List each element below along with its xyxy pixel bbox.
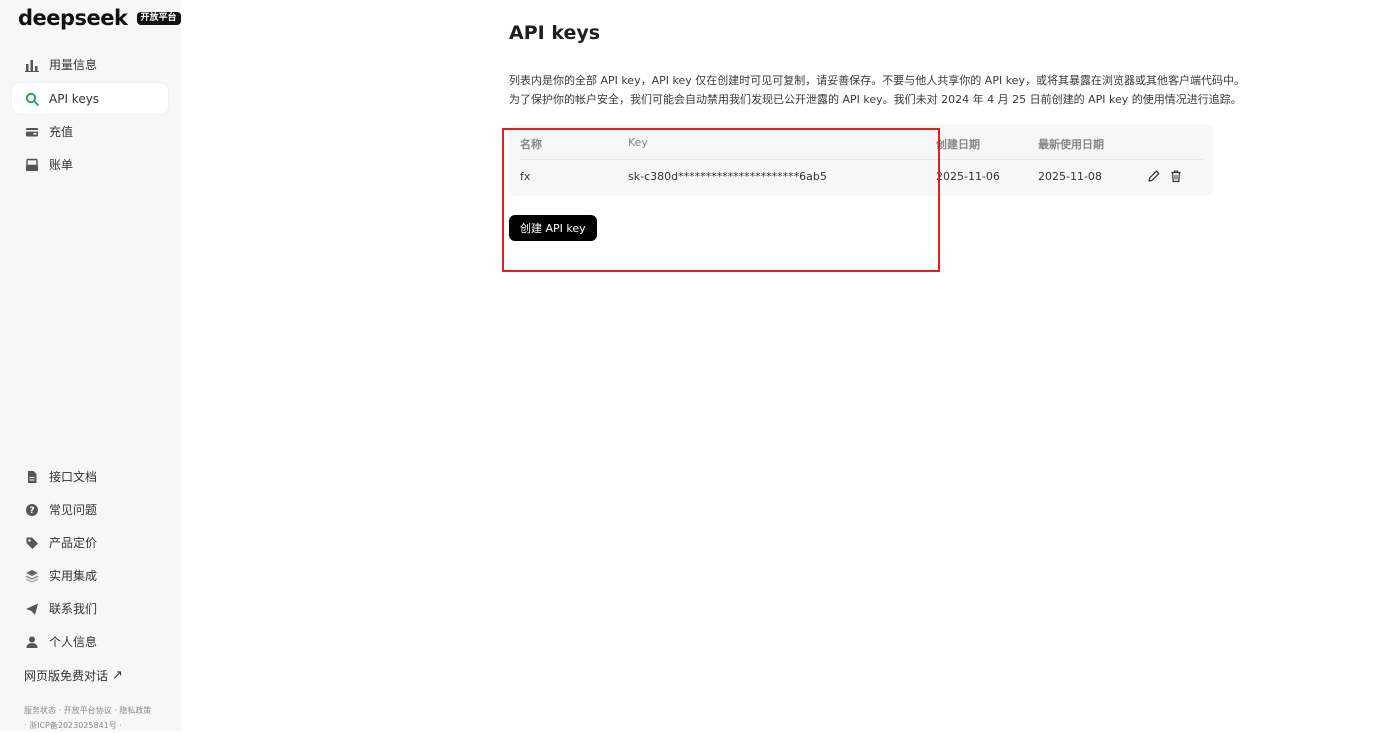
sidebar-item-usage[interactable]: 用量信息 (12, 49, 168, 80)
sidebar-item-label: 账单 (49, 158, 74, 172)
cell-last-used: 2025-11-08 (1038, 170, 1102, 183)
edit-icon[interactable] (1147, 169, 1161, 183)
header-last-used: 最新使用日期 (1038, 138, 1104, 151)
header-key: Key (628, 136, 648, 149)
icp-link[interactable]: 浙ICP备2023025841号 (29, 721, 117, 730)
platform-agreement-link[interactable]: 开放平台协议 (64, 706, 112, 715)
sidebar-item-pricing[interactable]: 产品定价 (12, 527, 168, 558)
web-chat-link[interactable]: 网页版免费对话 ↗ (24, 667, 123, 684)
help-circle-icon: ? (25, 503, 39, 517)
sidebar-item-api-keys[interactable]: API keys (12, 83, 168, 114)
svg-text:?: ? (29, 506, 34, 516)
sidebar-item-recharge[interactable]: 充值 (12, 116, 168, 147)
sidebar-item-contact[interactable]: 联系我们 (12, 593, 168, 624)
sidebar-item-label: 接口文档 (49, 470, 98, 484)
user-icon (25, 635, 39, 649)
description-line: 列表内是你的全部 API key，API key 仅在创建时可见可复制，请妥善保… (509, 74, 1245, 87)
send-icon (25, 602, 39, 616)
brand-name: deepseek (18, 6, 128, 30)
service-status-link[interactable]: 服务状态 (24, 706, 56, 715)
footer-links: 服务状态 · 开放平台协议 · 隐私政策 · 浙ICP备2023025841号 … (24, 706, 152, 730)
tag-icon (25, 536, 39, 550)
web-chat-label: 网页版免费对话 (24, 669, 109, 683)
page-title: API keys (509, 22, 601, 44)
sidebar-item-label: 实用集成 (49, 569, 98, 583)
sidebar-item-label: 用量信息 (49, 58, 98, 72)
sidebar-item-label: 个人信息 (49, 635, 98, 649)
sidebar-item-label: 充值 (49, 125, 74, 139)
privacy-link[interactable]: 隐私政策 (119, 706, 151, 715)
sidebar-item-label: 联系我们 (49, 602, 98, 616)
sidebar-item-bills[interactable]: 账单 (12, 149, 168, 180)
sidebar-item-profile[interactable]: 个人信息 (12, 626, 168, 657)
header-created: 创建日期 (936, 138, 980, 151)
brand-badge: 开放平台 (136, 11, 181, 25)
cell-created: 2025-11-06 (936, 170, 1000, 183)
bar-chart-icon (25, 58, 39, 72)
header-name: 名称 (520, 138, 542, 151)
sidebar-item-integrations[interactable]: 实用集成 (12, 560, 168, 591)
sidebar: deepseek 开放平台 用量信息 API keys 充值 账单 接口文档 ?… (0, 0, 181, 731)
layers-icon (25, 569, 39, 583)
cell-name: fx (520, 170, 531, 183)
wallet-icon (25, 125, 39, 139)
delete-icon[interactable] (1169, 169, 1183, 183)
page-description: 列表内是你的全部 API key，API key 仅在创建时可见可复制，请妥善保… (509, 71, 1245, 109)
bill-icon (25, 158, 39, 172)
cell-key: sk-c380d**********************6ab5 (628, 170, 827, 183)
sidebar-item-label: 常见问题 (49, 503, 98, 517)
api-keys-table: 名称 Key 创建日期 最新使用日期 fx sk-c380d**********… (509, 124, 1213, 196)
sidebar-item-faq[interactable]: ? 常见问题 (12, 494, 168, 525)
row-actions (1147, 169, 1183, 183)
create-api-key-button[interactable]: 创建 API key (509, 215, 597, 241)
description-line: 为了保护你的帐户安全，我们可能会自动禁用我们发现已公开泄露的 API key。我… (509, 93, 1242, 106)
search-key-icon (25, 92, 39, 106)
external-arrow-icon: ↗ (112, 668, 123, 683)
sidebar-item-label: API keys (49, 91, 100, 106)
row-divider (519, 159, 1203, 160)
sidebar-item-docs[interactable]: 接口文档 (12, 461, 168, 492)
document-icon (25, 470, 39, 484)
brand-logo[interactable]: deepseek 开放平台 (18, 6, 181, 30)
sidebar-item-label: 产品定价 (49, 536, 98, 550)
